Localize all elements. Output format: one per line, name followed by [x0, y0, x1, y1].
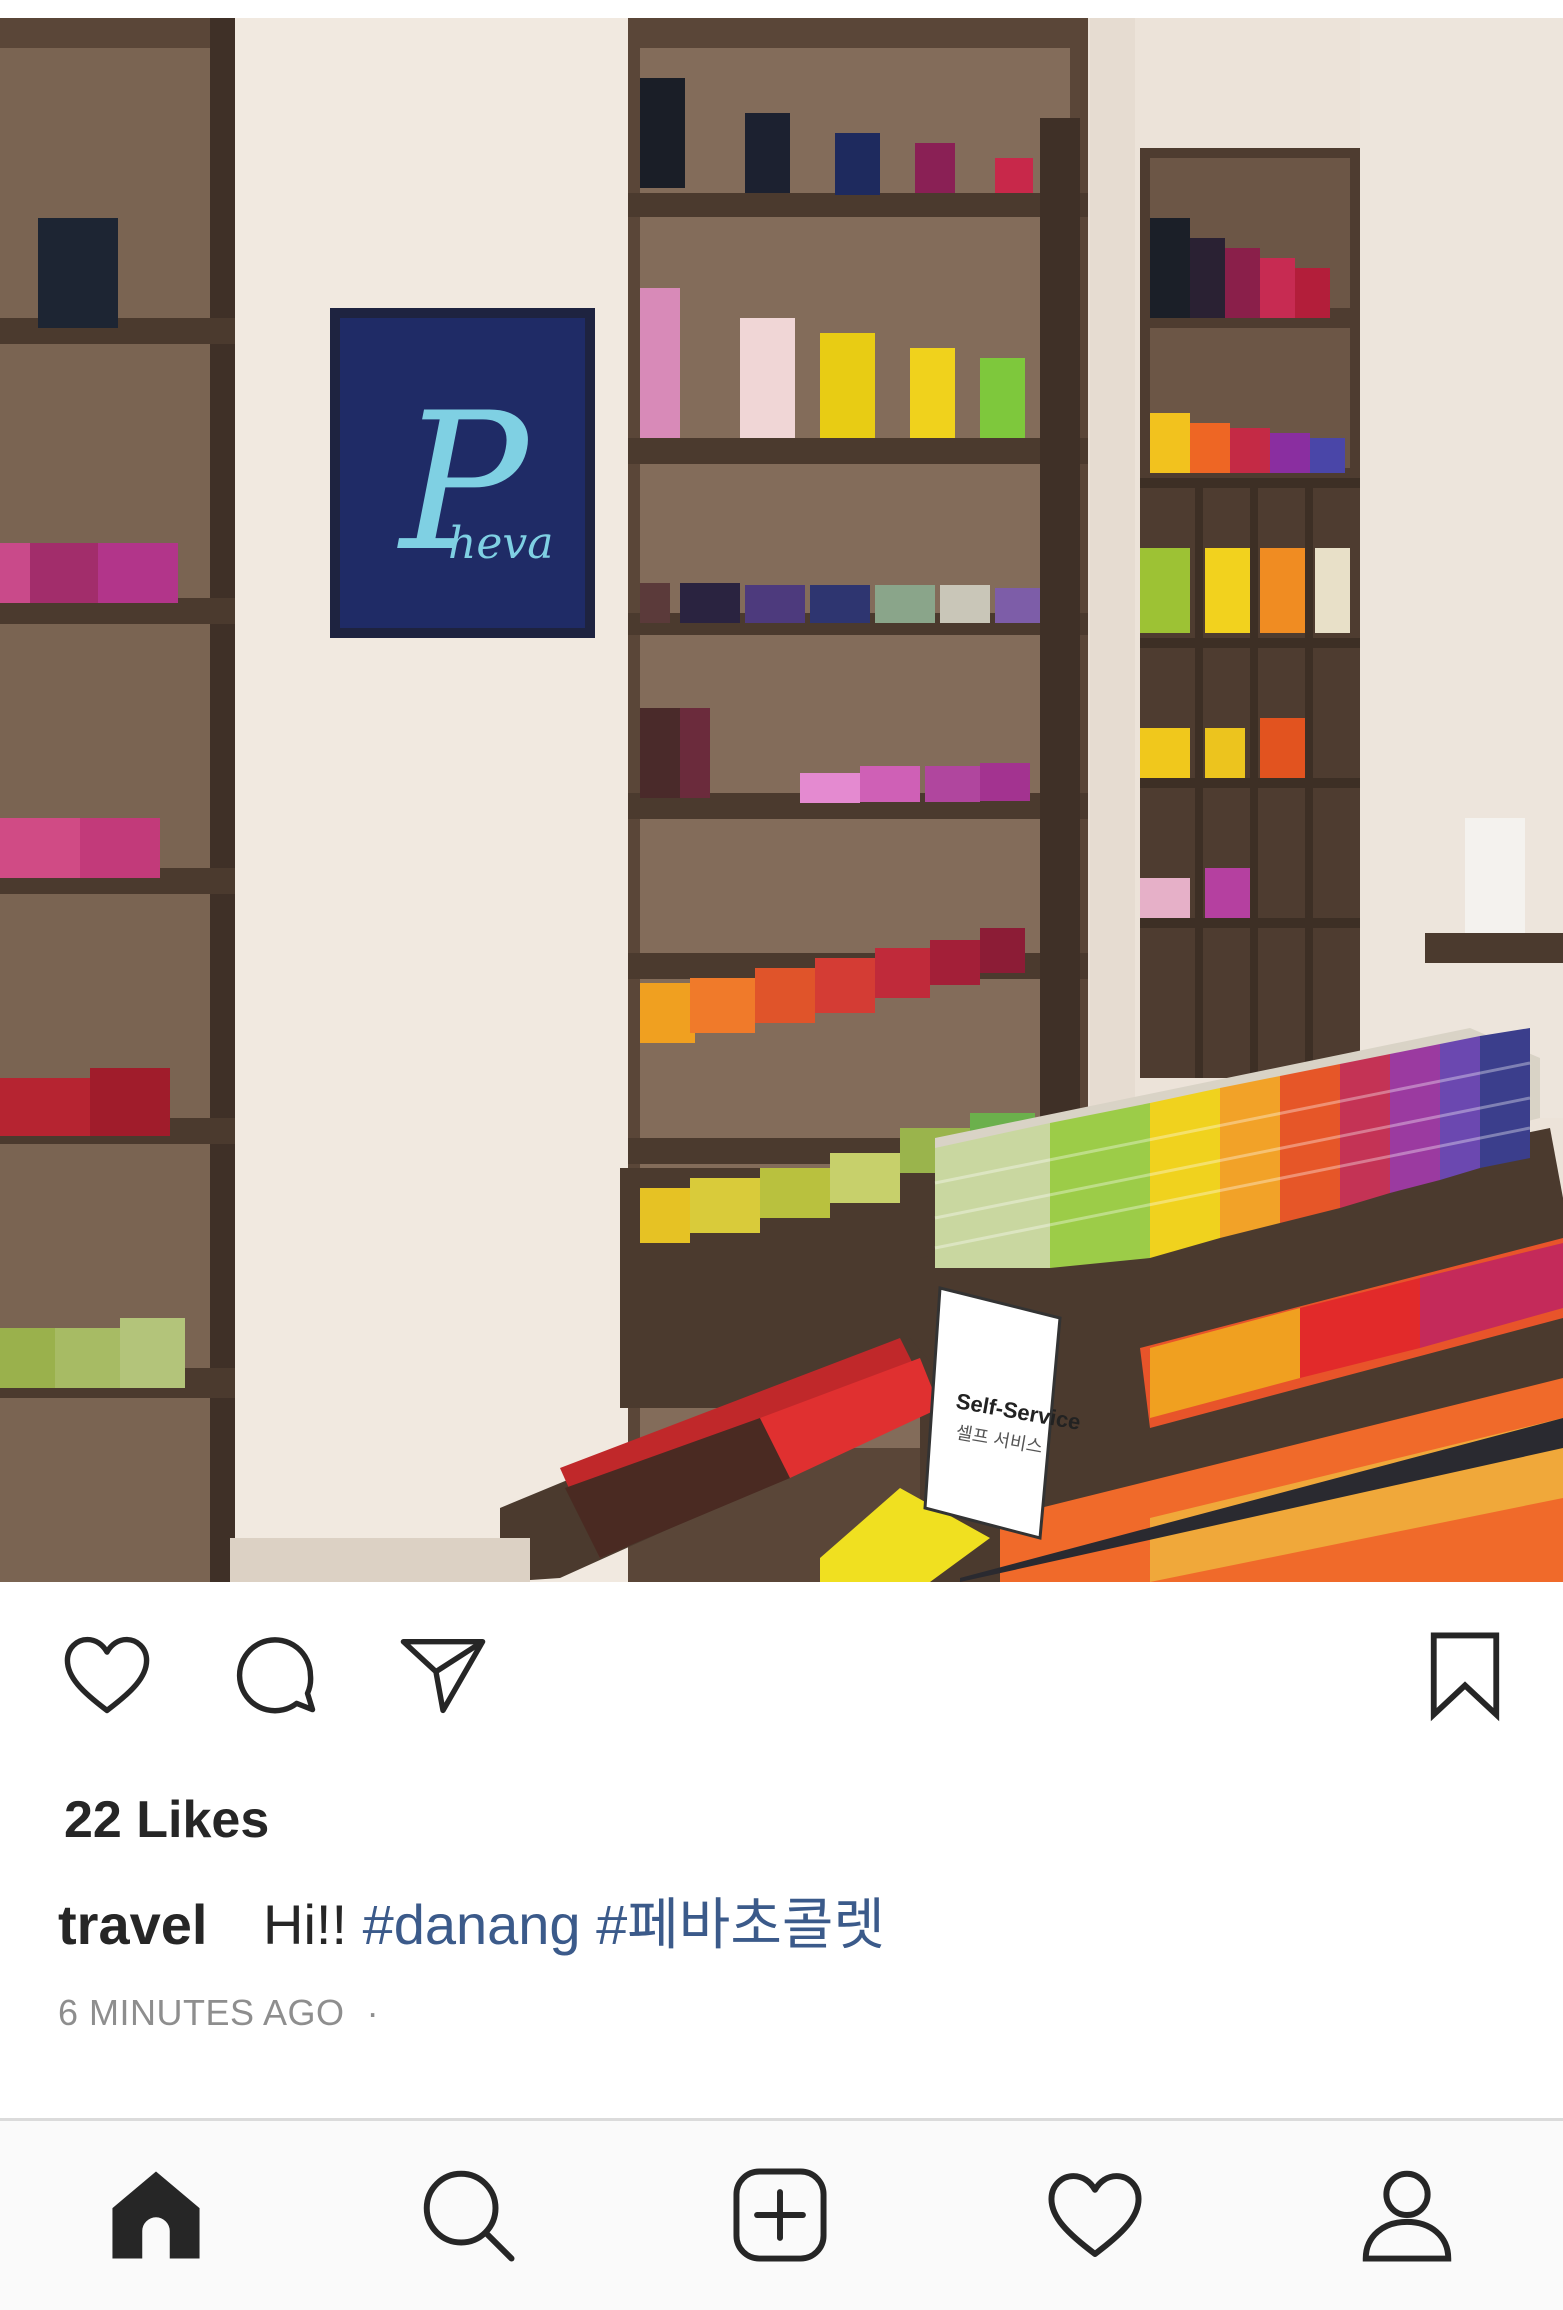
add-post-icon[interactable] [720, 2155, 840, 2275]
screen-logo-text: heva [448, 518, 553, 569]
bottom-navigation [0, 2118, 1563, 2310]
paper-plane-icon[interactable] [388, 1620, 498, 1730]
profile-icon[interactable] [1347, 2155, 1467, 2275]
caption-username[interactable]: travel [58, 1893, 207, 1956]
search-icon[interactable] [408, 2155, 528, 2275]
post-timestamp: 6 MINUTES AGO · [58, 1992, 379, 2034]
post-image[interactable]: P heva Self-Service 셀프 서비스 [0, 18, 1563, 1582]
caption-message: Hi!! [263, 1893, 347, 1956]
heart-icon[interactable] [1035, 2155, 1155, 2275]
timestamp-text: 6 MINUTES AGO [58, 1992, 345, 2033]
timestamp-separator: · [366, 1992, 380, 2033]
heart-outline-icon[interactable] [52, 1620, 162, 1730]
hashtag-link[interactable]: #danang [363, 1893, 581, 1956]
bookmark-icon[interactable] [1410, 1620, 1520, 1730]
comment-bubble-icon[interactable] [220, 1620, 330, 1730]
likes-count[interactable]: 22 Likes [64, 1790, 269, 1850]
post-action-bar [0, 1620, 1563, 1740]
post-caption: travel Hi!! #danang #페바초콜렛 [58, 1880, 885, 1961]
hashtag-link[interactable]: #페바초콜렛 [596, 1893, 885, 1956]
home-icon[interactable] [96, 2155, 216, 2275]
